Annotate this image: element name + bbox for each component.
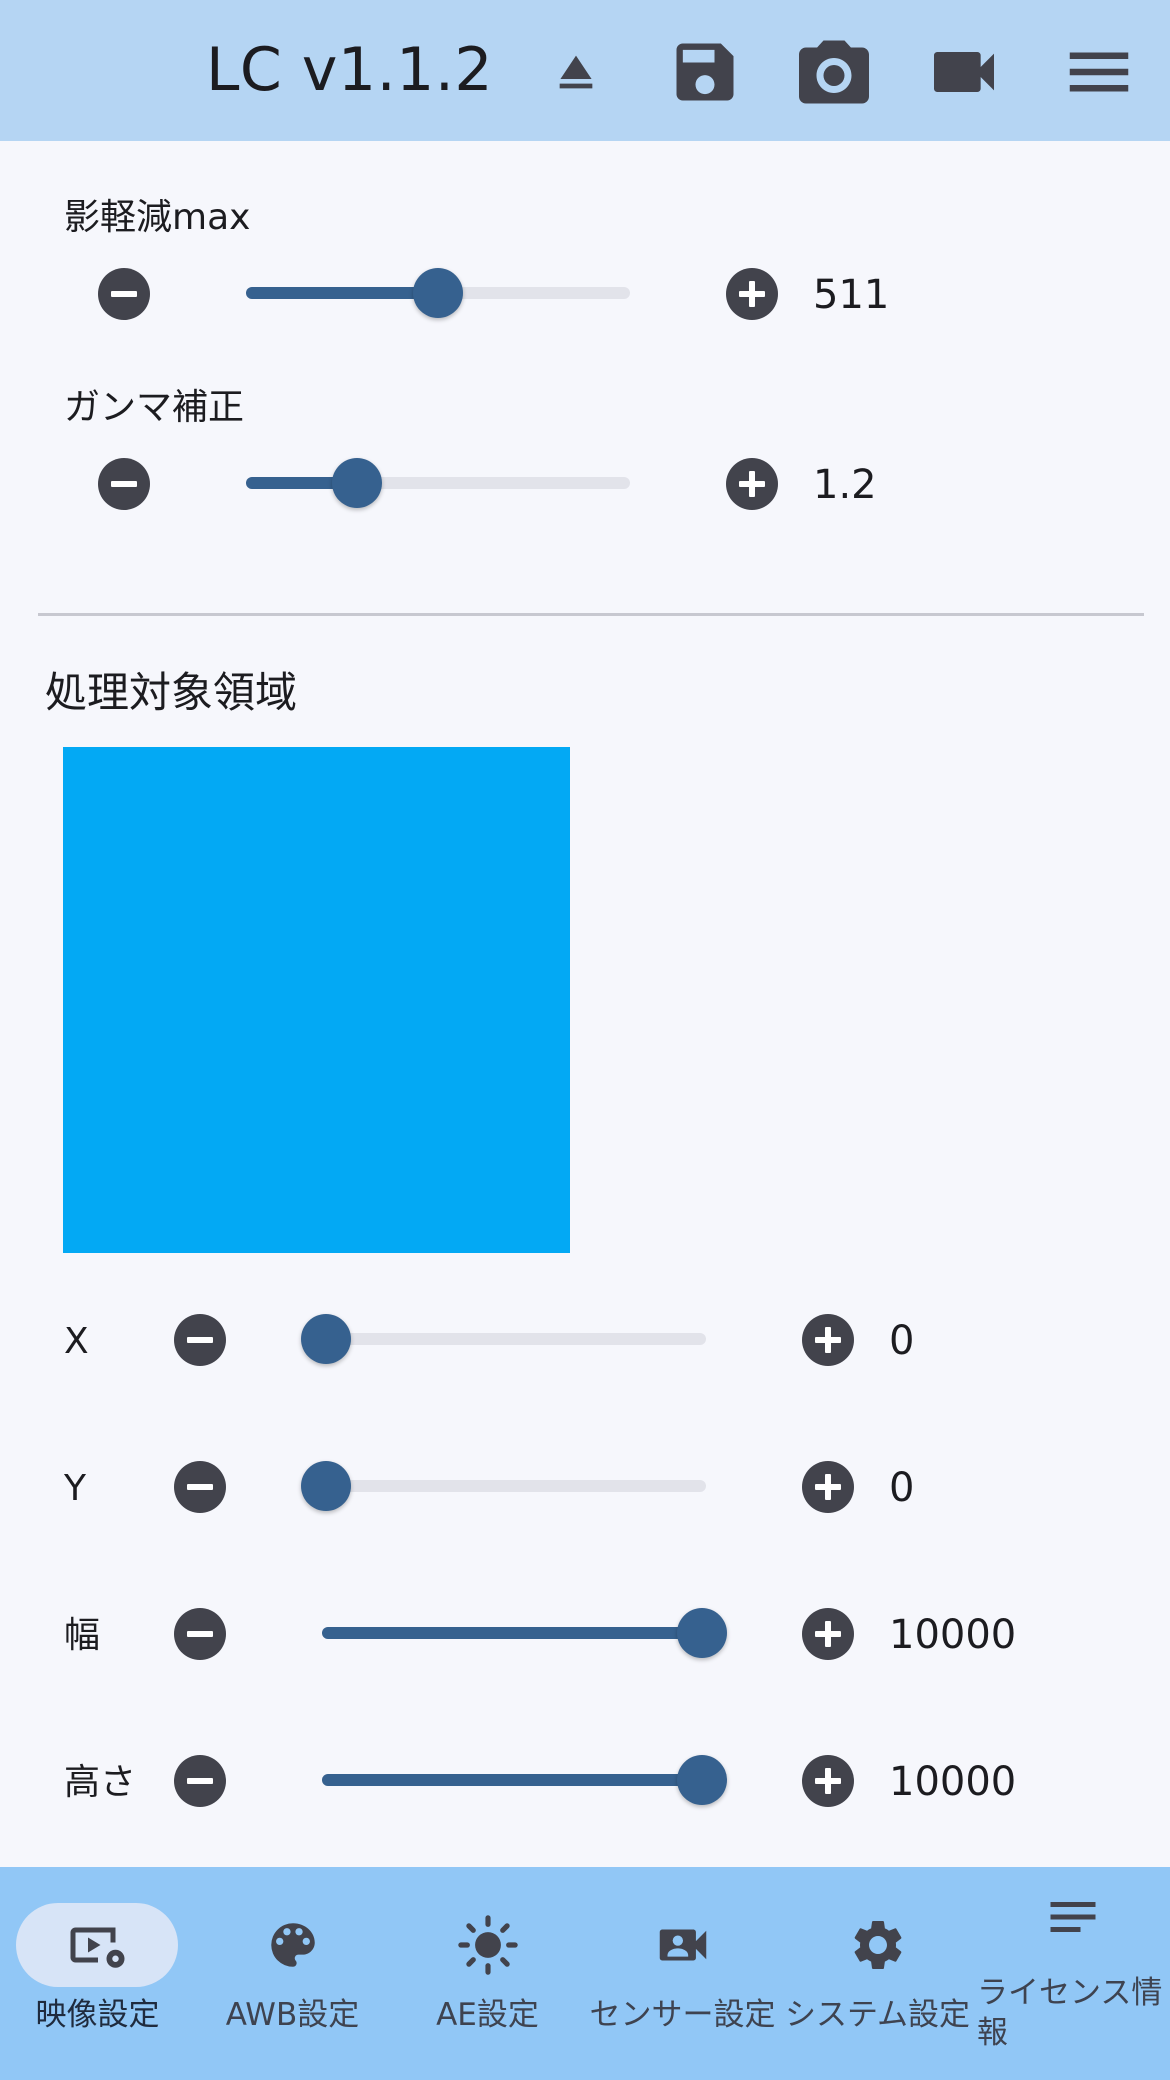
nav-item-video-settings[interactable]: 映像設定	[0, 1867, 195, 2080]
nav-item-sensor-settings[interactable]: センサー設定	[585, 1867, 780, 2080]
y-decrement-button[interactable]	[174, 1461, 226, 1513]
width-value: 10000	[889, 1612, 1017, 1658]
height-value: 10000	[889, 1759, 1017, 1805]
nav-label: センサー設定	[589, 1997, 776, 2033]
palette-icon	[195, 1911, 390, 1979]
gamma-label: ガンマ補正	[64, 387, 245, 428]
gamma-increment-button[interactable]	[726, 458, 778, 510]
slider-thumb[interactable]	[677, 1608, 727, 1658]
app-header: LC v1.1.2	[0, 0, 1170, 141]
shadow-reduction-label: 影軽減max	[64, 197, 251, 238]
region-section-title: 処理対象領域	[45, 668, 298, 717]
nav-label: システム設定	[784, 1997, 971, 2033]
height-increment-button[interactable]	[802, 1755, 854, 1807]
bottom-navigation: 映像設定 AWB設定 AE設定 センサー設定 システム設定 ライセンス情報	[0, 1867, 1170, 2080]
width-decrement-button[interactable]	[174, 1608, 226, 1660]
nav-item-system-settings[interactable]: システム設定	[780, 1867, 975, 2080]
nav-label: 映像設定	[35, 1997, 160, 2033]
gear-icon	[780, 1911, 975, 1979]
slider-thumb[interactable]	[332, 458, 383, 508]
menu-button[interactable]	[1054, 30, 1144, 114]
slider-thumb[interactable]	[677, 1755, 727, 1805]
shadow-reduction-decrement-button[interactable]	[98, 268, 150, 320]
slider-track	[326, 1333, 706, 1345]
slider-fill	[322, 1774, 702, 1786]
shadow-reduction-slider[interactable]	[246, 268, 630, 318]
record-button[interactable]	[919, 30, 1009, 114]
slider-fill	[322, 1627, 702, 1639]
capture-button[interactable]	[789, 30, 879, 114]
nav-label: AWB設定	[225, 1997, 360, 2033]
slider-thumb[interactable]	[301, 1314, 351, 1364]
height-slider[interactable]	[322, 1755, 727, 1805]
menu-icon	[1069, 52, 1129, 92]
height-label: 高さ	[64, 1762, 137, 1803]
nav-label: ライセンス情報	[977, 1975, 1163, 2051]
y-value: 0	[889, 1465, 915, 1511]
region-preview[interactable]	[63, 747, 570, 1253]
nav-item-ae-settings[interactable]: AE設定	[390, 1867, 585, 2080]
nav-item-awb-settings[interactable]: AWB設定	[195, 1867, 390, 2080]
x-increment-button[interactable]	[802, 1314, 854, 1366]
width-increment-button[interactable]	[802, 1608, 854, 1660]
notes-icon	[975, 1883, 1170, 1951]
slider-thumb[interactable]	[413, 268, 463, 318]
x-decrement-button[interactable]	[174, 1314, 226, 1366]
nav-item-license-info[interactable]: ライセンス情報	[975, 1867, 1170, 2080]
brightness-icon	[390, 1911, 585, 1979]
app-title: LC v1.1.2	[206, 35, 494, 105]
save-icon	[676, 43, 734, 101]
x-slider[interactable]	[301, 1314, 706, 1364]
section-divider	[38, 613, 1144, 616]
slider-thumb[interactable]	[301, 1461, 351, 1511]
gamma-decrement-button[interactable]	[98, 458, 150, 510]
height-decrement-button[interactable]	[174, 1755, 226, 1807]
width-slider[interactable]	[322, 1608, 727, 1658]
y-increment-button[interactable]	[802, 1461, 854, 1513]
width-label: 幅	[64, 1615, 101, 1656]
save-button[interactable]	[660, 30, 750, 114]
camera-account-icon	[585, 1911, 780, 1979]
gamma-value: 1.2	[813, 462, 877, 508]
x-value: 0	[889, 1318, 915, 1364]
slider-track	[326, 1480, 706, 1492]
shadow-reduction-value: 511	[813, 272, 890, 318]
eject-button[interactable]	[531, 30, 621, 114]
slider-fill	[246, 287, 438, 299]
y-slider[interactable]	[301, 1461, 706, 1511]
eject-icon	[559, 55, 593, 89]
video-settings-icon	[0, 1911, 195, 1979]
videocam-icon	[934, 52, 994, 92]
gamma-slider[interactable]	[246, 458, 630, 508]
x-label: X	[64, 1321, 89, 1362]
shadow-reduction-increment-button[interactable]	[726, 268, 778, 320]
y-label: Y	[64, 1468, 86, 1509]
camera-icon	[799, 40, 869, 104]
nav-label: AE設定	[436, 1997, 539, 2033]
